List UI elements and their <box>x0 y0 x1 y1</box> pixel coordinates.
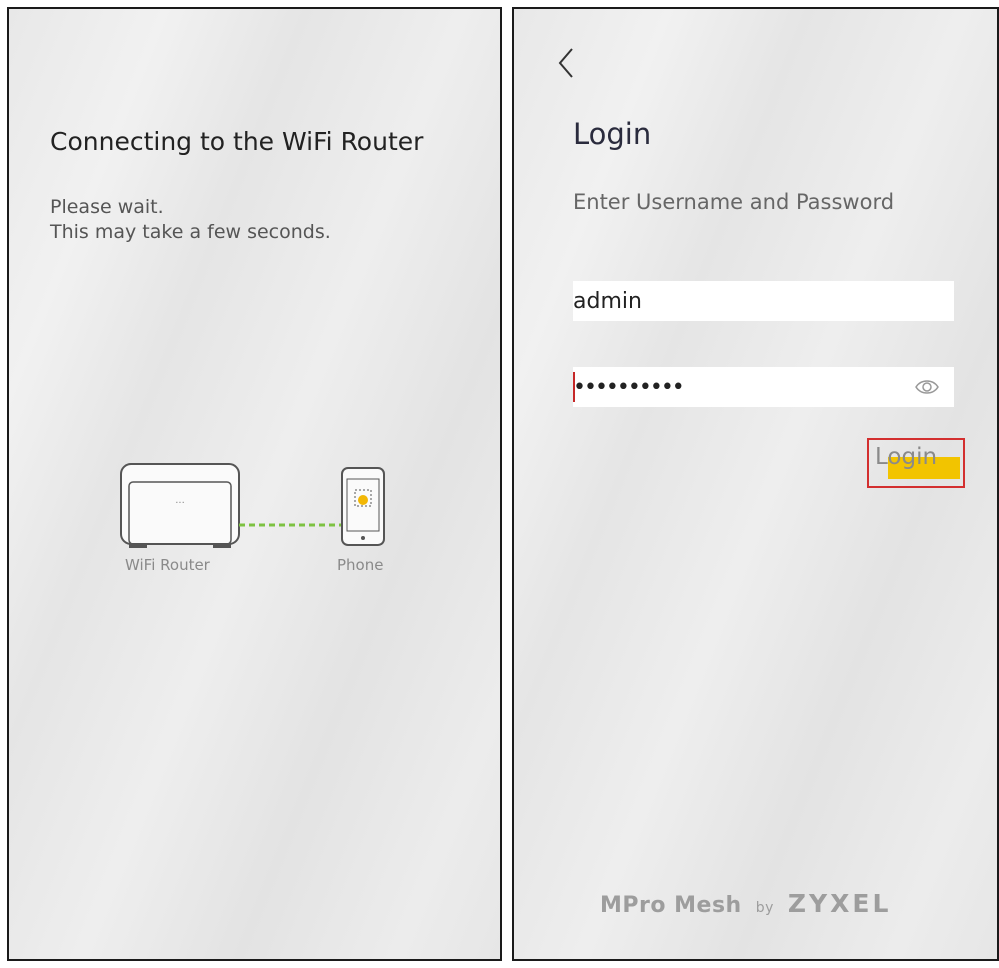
router-icon: ... <box>120 463 240 548</box>
eye-icon[interactable] <box>914 376 940 398</box>
company-name: ZYXEL <box>787 889 892 918</box>
chevron-left-icon[interactable] <box>554 43 578 83</box>
username-field-container <box>573 281 954 321</box>
password-field-container <box>573 367 954 407</box>
login-button[interactable]: Login <box>867 438 965 488</box>
connecting-screen: Connecting to the WiFi Router Please wai… <box>7 7 502 961</box>
phone-icon <box>341 467 385 546</box>
password-input[interactable] <box>573 367 893 407</box>
page-title: Login <box>573 117 652 151</box>
username-input[interactable] <box>573 281 954 321</box>
brand-by: by <box>755 900 774 916</box>
connection-diagram: ... <box>120 463 385 548</box>
login-subtitle: Enter Username and Password <box>573 190 895 214</box>
brand-logo: MPro Mesh by ZYXEL <box>600 889 891 918</box>
text-cursor <box>573 372 575 402</box>
login-button-label: Login <box>875 444 938 470</box>
phone-label: Phone <box>337 556 384 574</box>
product-name: MPro Mesh <box>600 893 742 918</box>
login-screen: Login Enter Username and Password Login … <box>512 7 999 961</box>
router-dots: ... <box>175 495 185 506</box>
router-label: WiFi Router <box>125 556 210 574</box>
